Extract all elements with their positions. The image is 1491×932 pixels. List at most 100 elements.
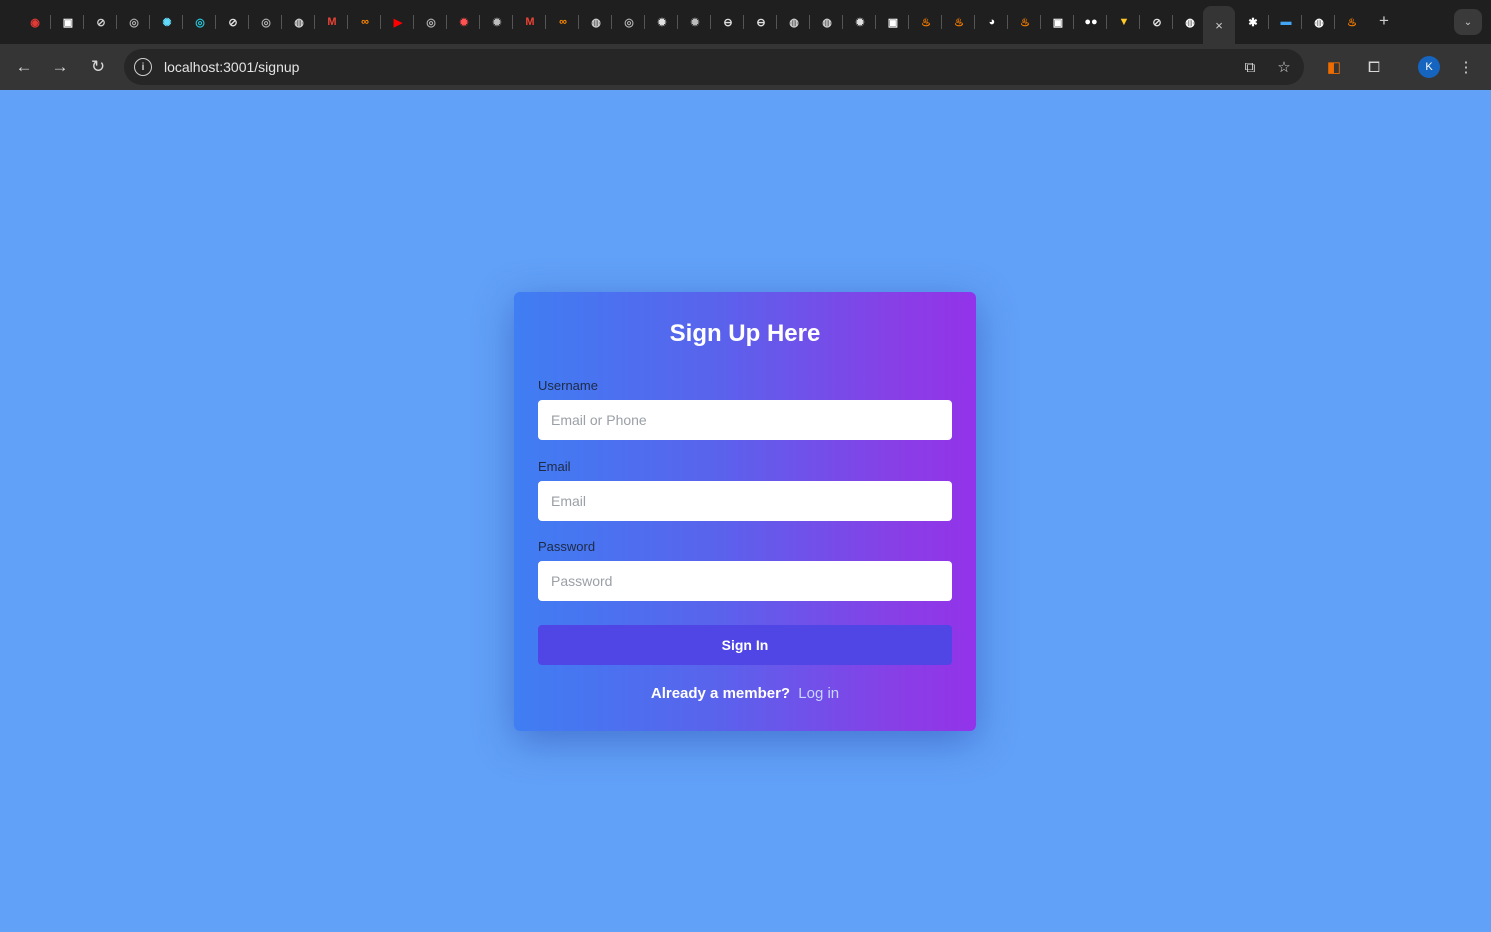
tab-separator <box>941 15 942 29</box>
close-tab-icon[interactable]: × <box>1215 18 1223 33</box>
youtube-icon[interactable]: ▶ <box>388 12 408 32</box>
react-icon[interactable]: ✺ <box>157 12 177 32</box>
radar-icon[interactable]: ◎ <box>190 12 210 32</box>
medium-icon[interactable]: ●● <box>1081 12 1101 32</box>
gmail-icon[interactable]: M <box>322 12 342 32</box>
tab-separator <box>677 15 678 29</box>
notion-icon[interactable]: ▣ <box>883 12 903 32</box>
signup-card: Sign Up Here Username Email Password Sig… <box>514 292 976 731</box>
login-prompt: Already a member? Log in <box>514 685 976 702</box>
minus-icon[interactable]: ▬ <box>1276 12 1296 32</box>
new-tab-button[interactable]: + <box>1374 11 1394 31</box>
extension-icon[interactable]: ◧ <box>1322 55 1346 79</box>
tab-separator <box>1301 15 1302 29</box>
sign-in-button[interactable]: Sign In <box>538 625 952 665</box>
tab-separator <box>149 15 150 29</box>
extensions-puzzle-icon[interactable]: ⧠ <box>1362 55 1386 79</box>
email-label: Email <box>538 459 571 474</box>
notion-icon[interactable]: ▣ <box>58 12 78 32</box>
sun-icon[interactable]: ✹ <box>454 12 474 32</box>
tab-separator <box>908 15 909 29</box>
avatar[interactable]: K <box>1418 56 1440 78</box>
gear-icon[interactable]: ✹ <box>487 12 507 32</box>
infinity-icon[interactable]: ∞ <box>553 12 573 32</box>
github-icon[interactable]: ◍ <box>1309 12 1329 32</box>
tab-separator <box>446 15 447 29</box>
tab-separator <box>1073 15 1074 29</box>
address-bar[interactable]: i localhost:3001/signup ⧉ ☆ <box>124 49 1304 85</box>
password-input[interactable] <box>538 561 952 601</box>
compass-icon[interactable]: ⊘ <box>223 12 243 32</box>
email-input[interactable] <box>538 481 952 521</box>
circle-icon[interactable]: ⊖ <box>751 12 771 32</box>
tab-separator <box>1172 15 1173 29</box>
gear-icon[interactable]: ✹ <box>652 12 672 32</box>
reload-icon: ↻ <box>90 57 106 76</box>
java-icon[interactable]: ♨ <box>949 12 969 32</box>
tab-separator <box>611 15 612 29</box>
notion-icon[interactable]: ▣ <box>1048 12 1068 32</box>
tab-search-button[interactable]: ⌄ <box>1454 9 1482 35</box>
java-icon[interactable]: ♨ <box>1342 12 1362 32</box>
username-input[interactable] <box>538 400 952 440</box>
tab-separator <box>1139 15 1140 29</box>
infinity-icon[interactable]: ∞ <box>355 12 375 32</box>
github-icon[interactable]: ◍ <box>817 12 837 32</box>
active-tab[interactable]: × <box>1203 6 1235 44</box>
openai-icon[interactable]: ◎ <box>256 12 276 32</box>
tab-separator <box>512 15 513 29</box>
record-icon[interactable]: ◉ <box>25 12 45 32</box>
tab-separator <box>578 15 579 29</box>
password-label: Password <box>538 539 596 554</box>
tab-separator <box>974 15 975 29</box>
vue-icon[interactable]: ▼ <box>1114 12 1134 32</box>
bookmark-star-icon[interactable]: ☆ <box>1274 57 1294 77</box>
back-button[interactable]: ← <box>12 55 36 79</box>
tab-separator <box>281 15 282 29</box>
github-icon[interactable]: ◍ <box>1180 12 1200 32</box>
java-icon[interactable]: ♨ <box>916 12 936 32</box>
gear-icon[interactable]: ✹ <box>850 12 870 32</box>
tab-separator <box>1268 15 1269 29</box>
more-menu-icon[interactable]: ⋮ <box>1454 55 1478 79</box>
github-icon[interactable]: ◍ <box>784 12 804 32</box>
tab-separator <box>644 15 645 29</box>
tab-separator <box>710 15 711 29</box>
login-link[interactable]: Log in <box>798 685 839 702</box>
tab-separator <box>875 15 876 29</box>
openai-icon[interactable]: ◎ <box>421 12 441 32</box>
compass-icon[interactable]: ⊘ <box>1147 12 1167 32</box>
browser-toolbar: ← → ↻ i localhost:3001/signup ⧉ ☆ ◧ ⧠ K … <box>0 44 1491 90</box>
tab-separator <box>347 15 348 29</box>
forward-button[interactable]: → <box>48 55 72 79</box>
url-text[interactable]: localhost:3001/signup <box>164 59 299 75</box>
pin-icon[interactable]: ✱ <box>1243 12 1263 32</box>
arrow-right-icon: → <box>51 57 69 76</box>
java-icon[interactable]: ♨ <box>1015 12 1035 32</box>
globe-icon[interactable]: ⊘ <box>91 12 111 32</box>
chevron-down-icon: ⌄ <box>1463 16 1473 28</box>
reload-button[interactable]: ↻ <box>86 55 110 79</box>
openai-icon[interactable]: ◎ <box>124 12 144 32</box>
tab-separator <box>413 15 414 29</box>
gmail-icon[interactable]: M <box>520 12 540 32</box>
openai-icon[interactable]: ◎ <box>619 12 639 32</box>
chrome-icon[interactable]: ◕ <box>982 12 1002 32</box>
install-app-icon[interactable]: ⧉ <box>1240 57 1260 77</box>
tab-separator <box>182 15 183 29</box>
tab-separator <box>479 15 480 29</box>
site-info-icon[interactable]: i <box>134 58 152 76</box>
tab-separator <box>380 15 381 29</box>
tab-separator <box>83 15 84 29</box>
circle-icon[interactable]: ⊖ <box>718 12 738 32</box>
tab-separator <box>842 15 843 29</box>
gear-icon[interactable]: ✹ <box>685 12 705 32</box>
login-prompt-text: Already a member? <box>650 685 791 702</box>
tab-separator <box>1106 15 1107 29</box>
tab-separator <box>809 15 810 29</box>
tab-separator <box>1334 15 1335 29</box>
tab-separator <box>1007 15 1008 29</box>
github-icon[interactable]: ◍ <box>289 12 309 32</box>
github-icon[interactable]: ◍ <box>586 12 606 32</box>
username-label: Username <box>538 378 598 393</box>
